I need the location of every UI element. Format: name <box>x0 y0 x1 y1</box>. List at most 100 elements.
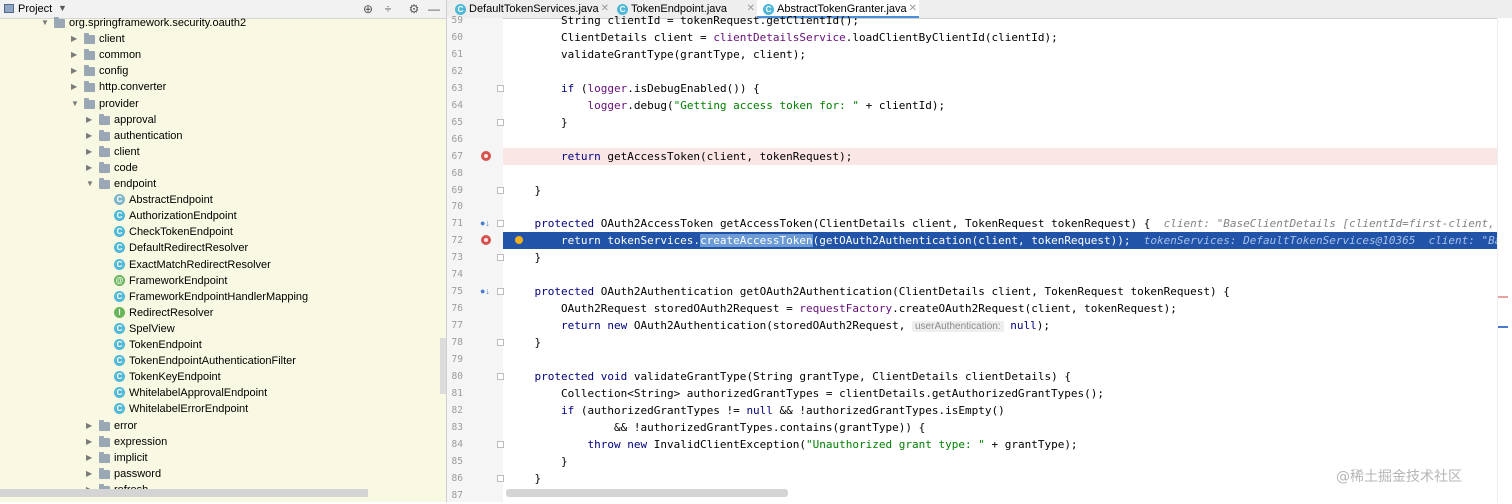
code-line[interactable]: } <box>508 334 541 351</box>
close-icon[interactable]: ✕ <box>909 0 917 18</box>
tree-class[interactable]: C DefaultRedirectResolver <box>0 240 446 256</box>
override-icon[interactable]: ●↓ <box>480 286 490 296</box>
code-token: String clientId = tokenRequest.getClient… <box>508 14 859 27</box>
collapsed-arrow-icon[interactable]: ▶ <box>71 63 81 79</box>
code-line[interactable]: protected OAuth2AccessToken getAccessTok… <box>508 215 1512 232</box>
code-line[interactable]: } <box>508 470 541 487</box>
fold-marker-icon[interactable] <box>497 220 504 227</box>
code-line[interactable]: protected OAuth2Authentication getOAuth2… <box>508 283 1229 300</box>
tree-folder[interactable]: ▶ expression <box>0 434 446 450</box>
expanded-arrow-icon[interactable]: ▼ <box>41 15 51 31</box>
tree-vertical-scrollbar[interactable] <box>440 338 446 394</box>
code-line[interactable]: OAuth2Request storedOAuth2Request = requ… <box>508 300 1177 317</box>
tree-class[interactable]: C TokenKeyEndpoint <box>0 369 446 385</box>
code-line[interactable]: if (authorizedGrantTypes != null && !aut… <box>508 402 1005 419</box>
collapsed-arrow-icon[interactable]: ▶ <box>86 418 96 434</box>
tree-folder[interactable]: ▶ password <box>0 466 446 482</box>
tree-horizontal-scrollbar[interactable] <box>0 489 368 497</box>
fold-marker-icon[interactable] <box>497 85 504 92</box>
tree-folder[interactable]: ▶ common <box>0 47 446 63</box>
collapsed-arrow-icon[interactable]: ▶ <box>71 79 81 95</box>
collapsed-arrow-icon[interactable]: ▶ <box>86 160 96 176</box>
fold-marker-icon[interactable] <box>497 254 504 261</box>
fold-marker-icon[interactable] <box>497 288 504 295</box>
project-panel-title[interactable]: Project <box>18 3 52 15</box>
override-icon[interactable]: ●↓ <box>480 218 490 228</box>
code-line[interactable]: } <box>508 453 568 470</box>
fold-marker-icon[interactable] <box>497 119 504 126</box>
code-line[interactable]: Collection<String> authorizedGrantTypes … <box>508 385 1104 402</box>
line-number: 80 <box>451 371 463 382</box>
folder-icon <box>99 145 110 157</box>
fold-marker-icon[interactable] <box>497 339 504 346</box>
tree-class[interactable]: C TokenEndpoint <box>0 337 446 353</box>
tree-folder[interactable]: ▶ client <box>0 144 446 160</box>
tree-folder[interactable]: ▶ implicit <box>0 450 446 466</box>
caret-marker[interactable] <box>1498 326 1508 328</box>
tree-folder[interactable]: ▶ config <box>0 63 446 79</box>
tree-folder[interactable]: ▶ client <box>0 31 446 47</box>
chevron-down-icon[interactable]: ▼ <box>58 3 67 13</box>
breakpoint-marker[interactable] <box>1498 296 1508 298</box>
tree-class[interactable]: C WhitelabelErrorEndpoint <box>0 401 446 417</box>
tree-class[interactable]: C AbstractEndpoint <box>0 192 446 208</box>
tree-class[interactable]: C ExactMatchRedirectResolver <box>0 257 446 273</box>
code-line[interactable]: } <box>508 249 541 266</box>
tree-folder[interactable]: ▶ error <box>0 418 446 434</box>
folder-icon <box>84 81 95 93</box>
code-token: (getOAuth2Authentication(client, tokenRe… <box>812 234 1144 247</box>
code-line[interactable]: && !authorizedGrantTypes.contains(grantT… <box>508 419 925 436</box>
tree-class[interactable]: C TokenEndpointAuthenticationFilter <box>0 353 446 369</box>
tree-folder[interactable]: ▶ code <box>0 160 446 176</box>
tree-folder[interactable]: ▶ approval <box>0 112 446 128</box>
expanded-arrow-icon[interactable]: ▼ <box>71 96 81 112</box>
tree-folder[interactable]: ▼ endpoint <box>0 176 446 192</box>
breakpoint-icon[interactable] <box>481 151 491 161</box>
tree-class[interactable]: C WhitelabelApprovalEndpoint <box>0 385 446 401</box>
expanded-arrow-icon[interactable]: ▼ <box>86 176 96 192</box>
tree-class[interactable]: C CheckTokenEndpoint <box>0 224 446 240</box>
fold-marker-icon[interactable] <box>497 441 504 448</box>
code-line[interactable]: ClientDetails client = clientDetailsServ… <box>508 29 1058 46</box>
editor-horizontal-scrollbar[interactable] <box>506 489 788 497</box>
code-line[interactable]: validateGrantType(grantType, client); <box>508 46 806 63</box>
code-line[interactable]: protected void validateGrantType(String … <box>508 368 1070 385</box>
collapsed-arrow-icon[interactable]: ▶ <box>86 450 96 466</box>
code-line[interactable]: } <box>508 114 568 131</box>
tree-class[interactable]: C SpelView <box>0 321 446 337</box>
folder-icon <box>84 65 95 77</box>
fold-marker-icon[interactable] <box>497 373 504 380</box>
code-token: InvalidClientException( <box>653 438 807 451</box>
tree-class[interactable]: @ FrameworkEndpoint <box>0 273 446 289</box>
folder-icon <box>99 435 110 447</box>
code-line[interactable]: return new OAuth2Authentication(storedOA… <box>508 317 1050 334</box>
collapsed-arrow-icon[interactable]: ▶ <box>86 466 96 482</box>
code-line[interactable]: } <box>508 182 541 199</box>
collapsed-arrow-icon[interactable]: ▶ <box>86 144 96 160</box>
tree-folder[interactable]: ▶ http.converter <box>0 79 446 95</box>
tree-folder[interactable]: ▶ authentication <box>0 128 446 144</box>
fold-marker-icon[interactable] <box>497 187 504 194</box>
fold-marker-icon[interactable] <box>497 475 504 482</box>
collapsed-arrow-icon[interactable]: ▶ <box>86 434 96 450</box>
code-line[interactable]: return getAccessToken(client, tokenReque… <box>508 148 852 165</box>
line-number: 73 <box>451 252 463 263</box>
tree-folder[interactable]: ▼ org.springframework.security.oauth2 <box>0 15 446 31</box>
tree-class[interactable]: I RedirectResolver <box>0 305 446 321</box>
code-line[interactable]: return tokenServices.createAccessToken(g… <box>508 232 1512 249</box>
tree-class[interactable]: C FrameworkEndpointHandlerMapping <box>0 289 446 305</box>
breakpoint-icon[interactable] <box>481 235 491 245</box>
tree-folder[interactable]: ▼ provider <box>0 96 446 112</box>
code-token: OAuth2AccessToken <box>600 217 720 230</box>
code-line[interactable]: logger.debug("Getting access token for: … <box>508 97 945 114</box>
code-token: if <box>508 404 581 417</box>
collapsed-arrow-icon[interactable]: ▶ <box>71 47 81 63</box>
tree-class[interactable]: C AuthorizationEndpoint <box>0 208 446 224</box>
code-line[interactable]: String clientId = tokenRequest.getClient… <box>508 12 859 29</box>
collapsed-arrow-icon[interactable]: ▶ <box>71 31 81 47</box>
collapsed-arrow-icon[interactable]: ▶ <box>86 112 96 128</box>
code-line[interactable]: if (logger.isDebugEnabled()) { <box>508 80 760 97</box>
collapsed-arrow-icon[interactable]: ▶ <box>86 128 96 144</box>
tree-item-label: authentication <box>114 129 183 142</box>
code-line[interactable]: throw new InvalidClientException("Unauth… <box>508 436 1077 453</box>
